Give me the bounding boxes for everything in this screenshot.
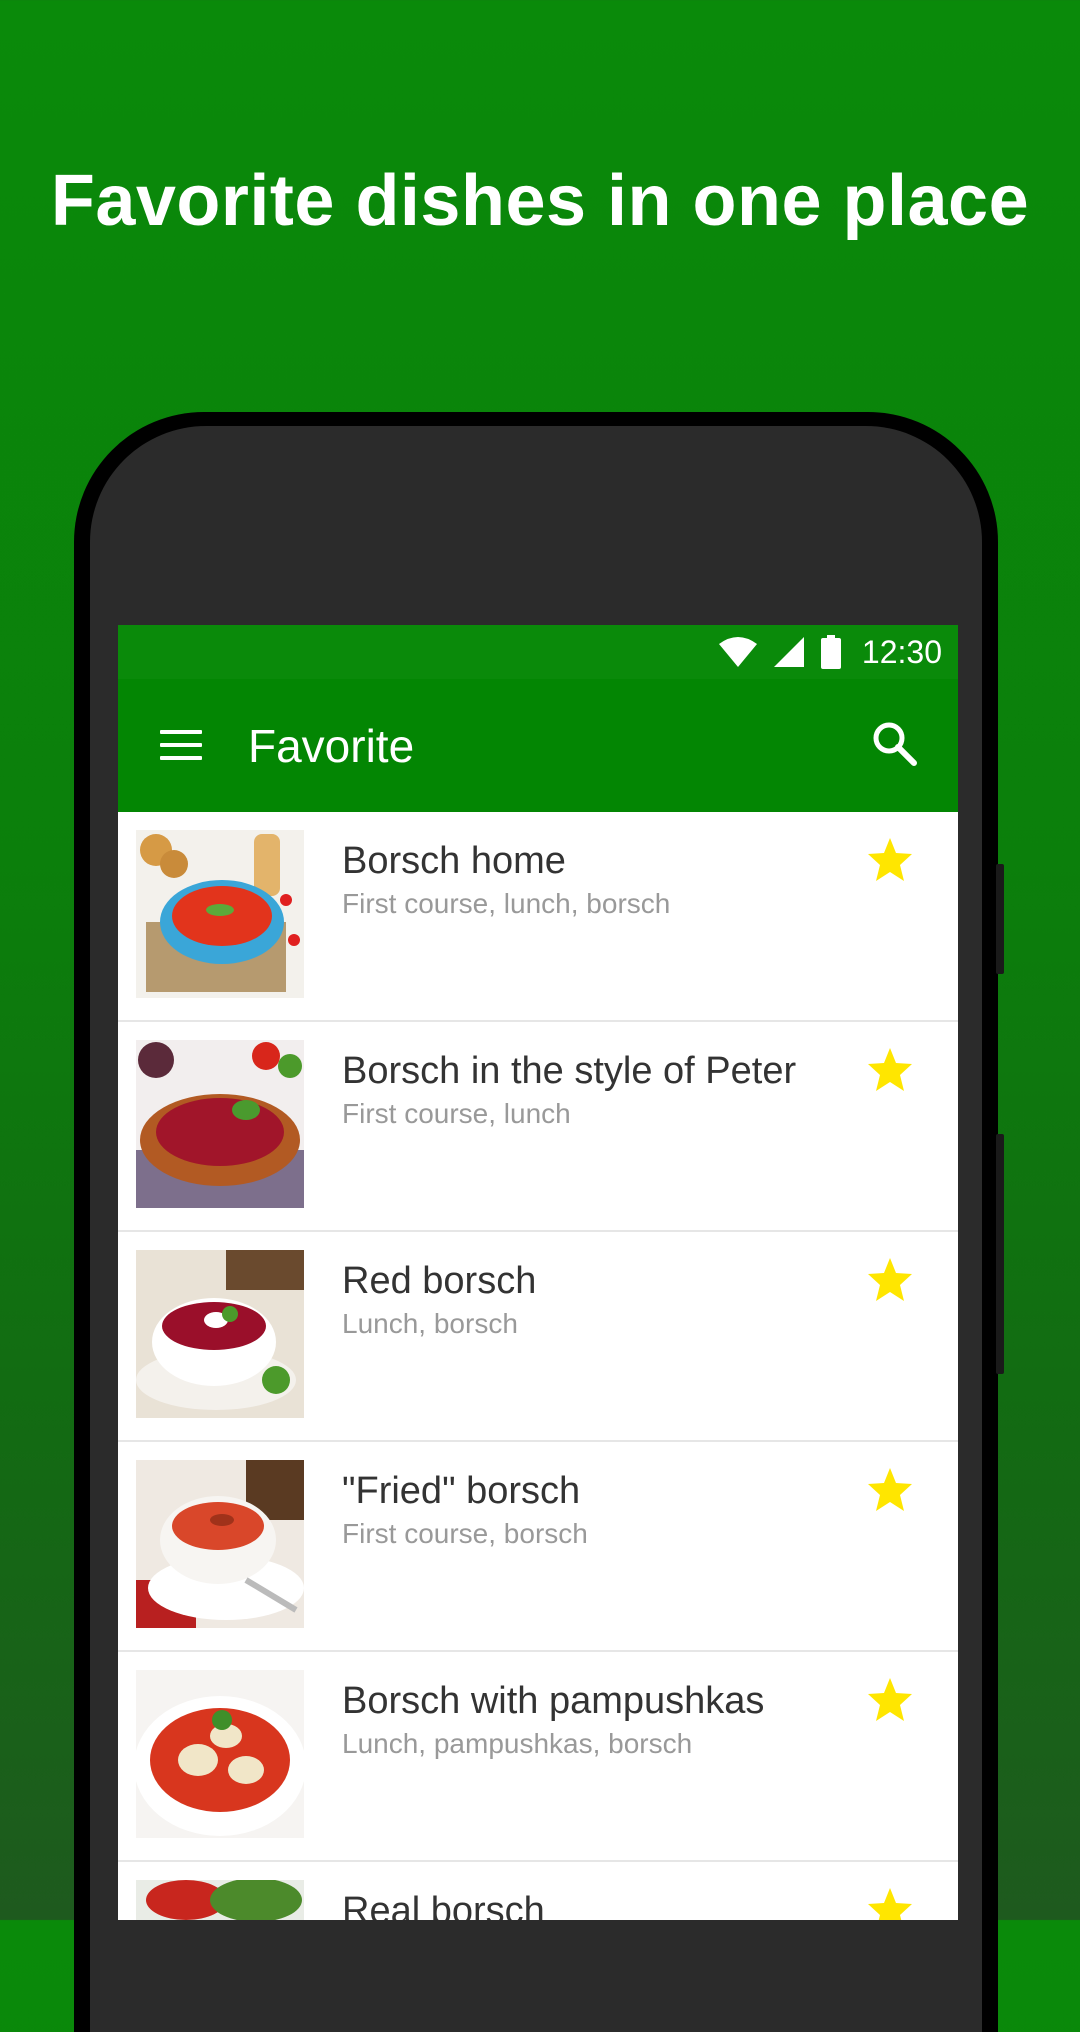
phone-side-button xyxy=(996,864,1004,974)
phone-volume-button xyxy=(996,1134,1004,1374)
battery-icon xyxy=(820,635,841,669)
promo-headline: Favorite dishes in one place xyxy=(50,161,1030,241)
list-item[interactable]: Borsch with pampushkas Lunch, pampushkas… xyxy=(118,1652,958,1862)
toolbar-title: Favorite xyxy=(248,720,415,772)
favorite-star-icon[interactable] xyxy=(866,1886,914,1920)
hamburger-menu-icon[interactable] xyxy=(160,730,202,760)
list-item[interactable]: Real borsch xyxy=(118,1862,958,1920)
dish-title: Red borsch xyxy=(342,1260,537,1302)
favorite-star-icon[interactable] xyxy=(866,1256,914,1304)
list-item[interactable]: Borsch in the style of Peter First cours… xyxy=(118,1022,958,1232)
search-icon[interactable] xyxy=(870,719,918,767)
favorite-star-icon[interactable] xyxy=(866,836,914,884)
dish-tags: First course, lunch, borsch xyxy=(342,888,671,919)
app-toolbar: Favorite xyxy=(118,679,958,812)
favorite-star-icon[interactable] xyxy=(866,1466,914,1514)
favorite-star-icon[interactable] xyxy=(866,1676,914,1724)
list-item[interactable]: "Fried" borsch First course, borsch xyxy=(118,1442,958,1652)
status-bar: 12:30 xyxy=(118,625,958,679)
dish-title: "Fried" borsch xyxy=(342,1470,581,1512)
dish-title: Real borsch xyxy=(342,1890,545,1920)
dish-tags: Lunch, borsch xyxy=(342,1308,518,1339)
dish-thumbnail xyxy=(136,1250,304,1418)
status-time: 12:30 xyxy=(861,633,942,670)
favorites-list: Borsch home First course, lunch, borsch … xyxy=(118,812,958,1920)
dish-thumbnail xyxy=(136,1040,304,1208)
dish-thumbnail xyxy=(136,1670,304,1838)
dish-tags: First course, lunch xyxy=(342,1098,571,1129)
signal-icon xyxy=(773,637,804,667)
dish-title: Borsch in the style of Peter xyxy=(342,1050,797,1092)
wifi-icon xyxy=(718,637,757,667)
list-item[interactable]: Red borsch Lunch, borsch xyxy=(118,1232,958,1442)
dish-tags: First course, borsch xyxy=(342,1518,588,1549)
dish-thumbnail xyxy=(136,830,304,998)
dish-title: Borsch with pampushkas xyxy=(342,1680,765,1722)
dish-thumbnail xyxy=(136,1460,304,1628)
dish-title: Borsch home xyxy=(342,840,566,882)
dish-thumbnail xyxy=(136,1880,304,1920)
favorite-star-icon[interactable] xyxy=(866,1046,914,1094)
app-screen: 12:30 Favorite Borsch home First course,… xyxy=(118,625,958,1920)
list-item[interactable]: Borsch home First course, lunch, borsch xyxy=(118,812,958,1022)
dish-tags: Lunch, pampushkas, borsch xyxy=(342,1728,693,1759)
